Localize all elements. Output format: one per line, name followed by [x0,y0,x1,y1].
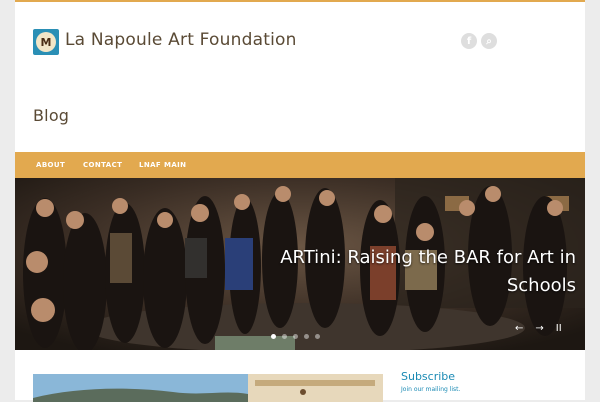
slider-dots [271,334,320,339]
nav-item-lnaf-main[interactable]: LNAF MAIN [139,161,186,169]
main-nav: ABOUT CONTACT LNAF MAIN [15,152,585,178]
slider-dot-3[interactable] [293,334,298,339]
slider-dot-4[interactable] [304,334,309,339]
hero-slider[interactable]: ARTini: Raising the BAR for Art in Schoo… [15,178,585,350]
search-icon[interactable]: ⌕ [481,33,497,49]
pause-icon[interactable]: II [556,323,562,334]
slider-dot-2[interactable] [282,334,287,339]
site-header: M La Napoule Art Foundation f ⌕ Blog [15,2,585,152]
nav-item-about[interactable]: ABOUT [36,161,65,169]
slider-controls: ← → II [515,323,562,334]
thumbnail-images [33,374,383,402]
nav-item-contact[interactable]: CONTACT [83,161,122,169]
subscribe-title: Subscribe [401,370,456,383]
logo-mark: M [36,32,56,52]
page-title: Blog [33,106,70,125]
subscribe-text[interactable]: Join our mailing list. [401,386,460,393]
post-thumbnails [33,374,383,402]
slider-dot-5[interactable] [315,334,320,339]
facebook-icon[interactable]: f [461,33,477,49]
prev-arrow-icon[interactable]: ← [515,323,523,334]
next-arrow-icon[interactable]: → [535,323,543,334]
site-logo[interactable]: M [33,29,59,55]
slider-dot-1[interactable] [271,334,276,339]
slide-title[interactable]: ARTini: Raising the BAR for Art in Schoo… [260,244,576,300]
page-container: M La Napoule Art Foundation f ⌕ Blog ABO… [15,0,585,402]
site-title[interactable]: La Napoule Art Foundation [65,30,297,50]
